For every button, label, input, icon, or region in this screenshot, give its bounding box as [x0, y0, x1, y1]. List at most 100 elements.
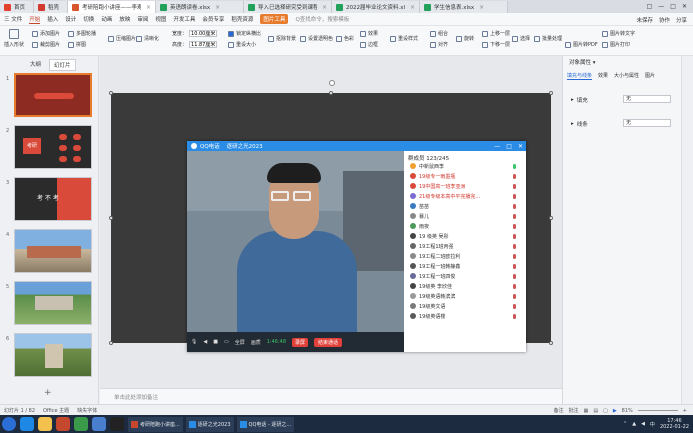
tab-picture[interactable]: 图片 — [645, 72, 655, 80]
add-picture-button[interactable]: 添加图片 — [32, 30, 60, 37]
member-row[interactable]: 19级英语韩滨滨 — [404, 291, 526, 301]
menu-tab-9[interactable]: 会员专享 — [202, 15, 224, 24]
compress-picture-button[interactable]: 压缩图片 — [108, 35, 136, 42]
member-row[interactable]: 19级英语楼 — [404, 311, 526, 321]
slide-thumbnail-4[interactable] — [14, 229, 92, 273]
minimize-icon[interactable]: — — [494, 143, 500, 150]
member-row[interactable]: 雨夜 — [404, 221, 526, 231]
member-row[interactable]: 19级英 李欣佳 — [404, 281, 526, 291]
picture-to-pdf-button[interactable]: 图片转PDF — [565, 41, 598, 48]
sharpen-button[interactable]: 清晰化 — [136, 35, 159, 42]
quality-button[interactable]: 画质 — [251, 339, 261, 346]
width-input[interactable] — [189, 30, 218, 37]
slide-thumbnail-1[interactable] — [14, 73, 92, 117]
carousel-button[interactable]: 多图轮播 — [68, 30, 96, 37]
color-button[interactable]: 色彩 — [336, 35, 354, 42]
slide-thumbnail-3[interactable]: 考 不 考 — [14, 177, 92, 221]
member-row[interactable]: 19工程一班四俊 — [404, 271, 526, 281]
tab-slides[interactable]: 幻灯片 — [49, 59, 76, 71]
effects-button[interactable]: 效果 — [360, 30, 378, 37]
menu-tab-6[interactable]: 审阅 — [137, 15, 148, 24]
tab-size-properties[interactable]: 大小与属性 — [614, 72, 639, 80]
border-button[interactable]: 边框 — [360, 41, 378, 48]
speaker-icon[interactable]: ◀ — [203, 339, 207, 345]
zoom-in-icon[interactable]: + — [683, 408, 687, 414]
tab-fill-line[interactable]: 填充与线条 — [567, 72, 593, 80]
close-tab-icon[interactable]: × — [479, 4, 484, 11]
menu-tab-1[interactable]: 插入 — [47, 15, 58, 24]
transparent-color-button[interactable]: 设置透明色 — [300, 35, 333, 42]
expand-icon[interactable]: ▸ — [571, 97, 574, 103]
height-input[interactable] — [189, 41, 218, 48]
picture-print-button[interactable]: 图片打印 — [602, 41, 630, 48]
normal-view-icon[interactable]: ▦ — [584, 408, 589, 414]
close-icon[interactable]: ✕ — [518, 143, 523, 150]
member-row[interactable]: 19中国高一班李亚洲 — [404, 181, 526, 191]
menu-tab-3[interactable]: 切换 — [83, 15, 94, 24]
end-call-button[interactable]: 结束通话 — [314, 337, 343, 347]
browser-icon[interactable] — [20, 417, 34, 431]
wechat-icon[interactable] — [74, 417, 88, 431]
menu-tab-7[interactable]: 视图 — [155, 15, 166, 24]
share-button[interactable]: 分享 — [676, 16, 687, 24]
picture-tools-tab[interactable]: 图片工具 — [260, 14, 289, 24]
menu-tab-2[interactable]: 设计 — [65, 15, 76, 24]
slide-thumbnail-2[interactable]: 考研 — [14, 125, 92, 169]
insert-shape-button[interactable]: 插入形状 — [4, 29, 24, 48]
expand-icon[interactable]: ▸ — [571, 121, 574, 127]
camera-icon[interactable]: ■ — [213, 339, 218, 345]
missing-font-button[interactable]: 缺失字体 — [77, 407, 97, 414]
unsaved-status[interactable]: 未保存 — [636, 16, 653, 24]
document-tab-6[interactable]: 学生信息表.xlsx × — [420, 1, 508, 13]
collage-button[interactable]: 拼图 — [68, 41, 86, 48]
menu-tab-5[interactable]: 放映 — [119, 15, 130, 24]
zoom-slider[interactable] — [637, 410, 678, 411]
member-row[interactable]: 19 级英 吴彤 — [404, 231, 526, 241]
document-tab-0[interactable]: 首页 — [0, 1, 34, 13]
tab-effects[interactable]: 效果 — [598, 72, 608, 80]
bring-forward-button[interactable]: 上移一层 — [482, 30, 510, 37]
reading-view-icon[interactable]: ▢ — [603, 408, 608, 414]
close-tab-icon[interactable]: × — [215, 4, 220, 11]
microphone-icon[interactable]: 🎙 — [191, 339, 197, 345]
menu-tab-0[interactable]: 开始 — [29, 15, 41, 24]
clock[interactable]: 17:46 2022-01-22 — [660, 418, 689, 430]
close-tab-icon[interactable]: × — [322, 4, 327, 11]
collaborate-button[interactable]: 协作 — [659, 16, 670, 24]
folder-icon[interactable] — [38, 417, 52, 431]
document-tab-1[interactable]: 稻壳 — [34, 1, 68, 13]
document-tab-3[interactable]: 英语朗读卷.xlsx × — [156, 1, 244, 13]
network-icon[interactable]: ▲ — [632, 421, 636, 427]
input-language[interactable]: 中 — [650, 421, 655, 428]
rotate-button[interactable]: 旋转 — [456, 35, 474, 42]
close-tab-icon[interactable]: × — [146, 4, 151, 11]
fullscreen-button[interactable]: 全屏 — [235, 339, 245, 346]
menu-tab-10[interactable]: 稻壳资源 — [231, 15, 253, 24]
reset-style-button[interactable]: 重设样式 — [390, 35, 418, 42]
volume-icon[interactable]: ◀ — [641, 421, 645, 427]
current-slide[interactable]: QQ电话 逐研之光2023 — □ ✕ 🎙 ◀ ■ ▭ 全屏 画质 1:46:4… — [109, 91, 553, 352]
restore-icon[interactable]: □ — [647, 3, 653, 10]
wps-icon[interactable] — [56, 417, 70, 431]
screen-share-icon[interactable]: ▭ — [224, 339, 229, 345]
fill-select[interactable]: 无 — [623, 95, 671, 103]
crop-picture-button[interactable]: 裁剪图片 — [32, 41, 60, 48]
resize-handle[interactable] — [109, 91, 113, 95]
resize-handle[interactable] — [549, 91, 553, 95]
notes-toggle[interactable]: 备注 — [554, 407, 564, 414]
member-row[interactable]: 19工程1班丙强 — [404, 241, 526, 251]
menu-tab-4[interactable]: 动画 — [101, 15, 112, 24]
maximize-icon[interactable]: □ — [506, 143, 512, 150]
comments-toggle[interactable]: 批注 — [569, 407, 579, 414]
close-tab-icon[interactable]: × — [410, 4, 415, 11]
maximize-icon[interactable]: □ — [670, 3, 676, 10]
align-button[interactable]: 对齐 — [430, 41, 448, 48]
slide-thumbnail-6[interactable] — [14, 333, 92, 377]
resize-handle[interactable] — [109, 216, 113, 220]
member-row[interactable]: 21级专级本高中平完播完... — [404, 191, 526, 201]
tab-outline[interactable]: 大纲 — [26, 59, 45, 71]
file-menu[interactable]: 三 文件 — [4, 15, 22, 23]
member-row[interactable]: 19级专一雨墨瓶 — [404, 171, 526, 181]
reset-size-button[interactable]: 重设大小 — [228, 41, 256, 48]
search-commands[interactable]: Q查找命令，搜索模板 — [295, 15, 349, 23]
